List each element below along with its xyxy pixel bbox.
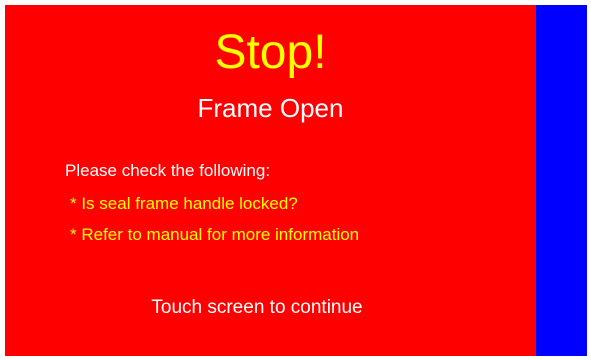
check-list: * Is seal frame handle locked? * Refer t… (70, 193, 359, 255)
check-item-refer-to-manual: * Refer to manual for more information (70, 225, 360, 244)
frame-open-alert-panel[interactable]: Stop! Frame Open Please check the follow… (5, 5, 536, 356)
side-bar (536, 5, 587, 356)
check-item-seal-frame-handle: * Is seal frame handle locked? (70, 194, 298, 213)
alert-subtitle: Frame Open (197, 93, 344, 123)
alert-title: Stop! (214, 26, 327, 79)
touch-to-continue-hint: Touch screen to continue (151, 297, 363, 318)
instructions-label: Please check the following: (65, 161, 271, 180)
screen: Stop! Frame Open Please check the follow… (5, 5, 587, 356)
